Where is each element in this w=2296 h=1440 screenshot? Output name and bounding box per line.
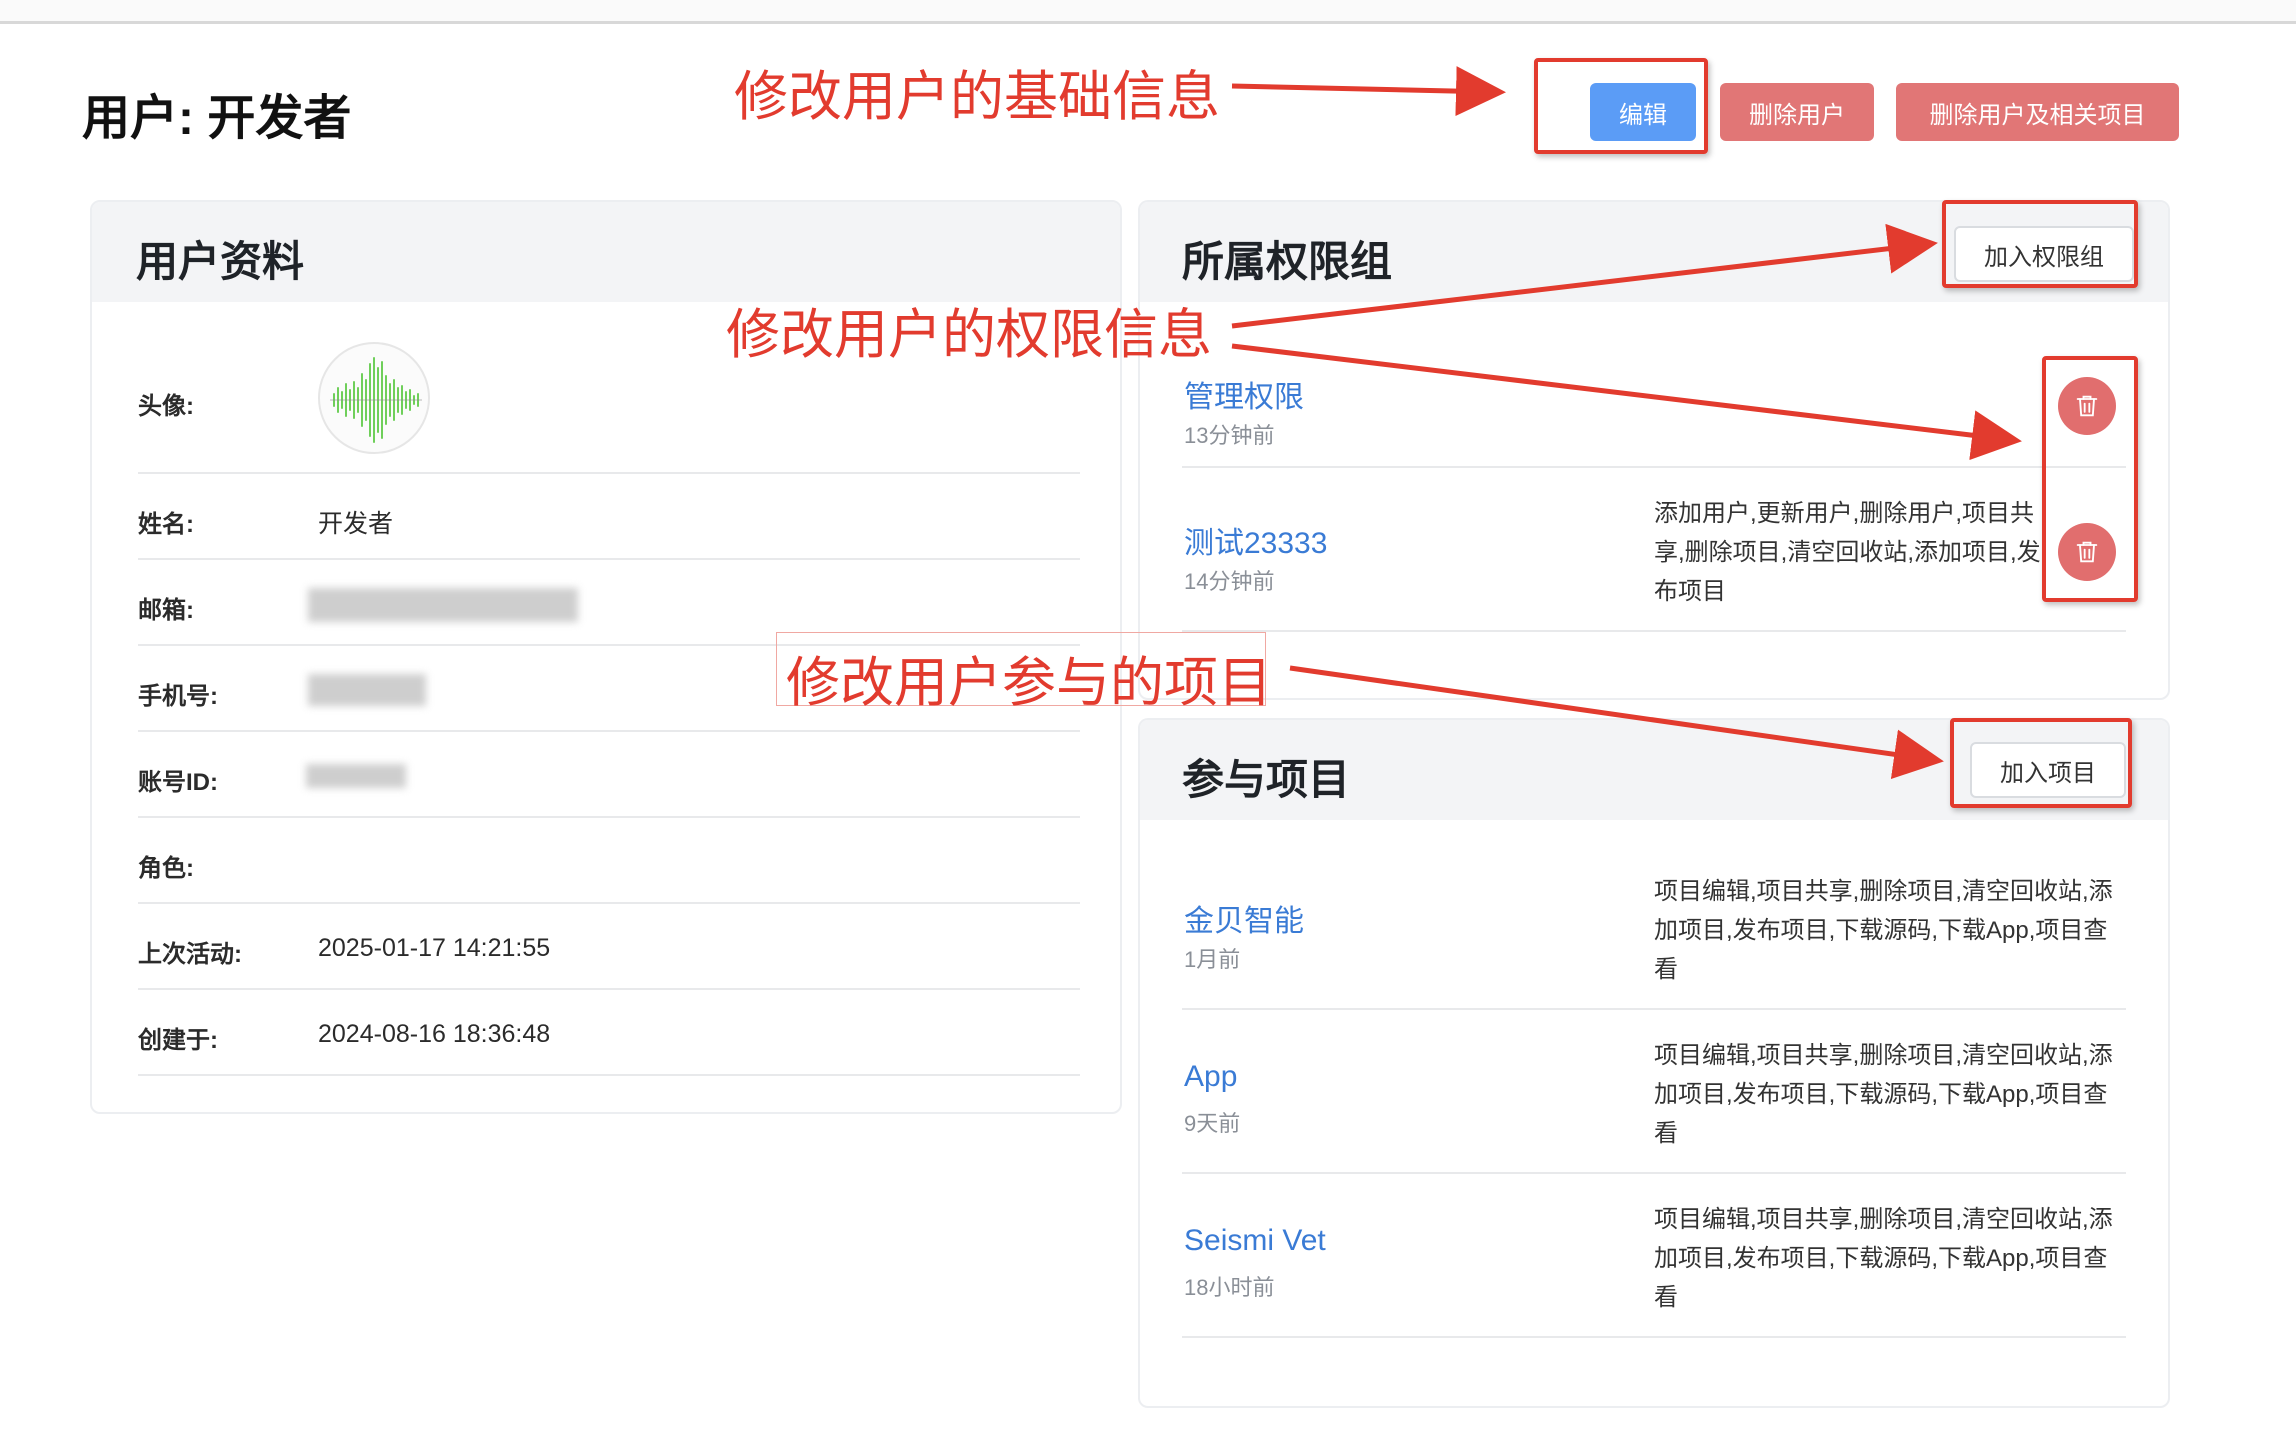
- arrow-to-add-project: [1289, 665, 1944, 780]
- arrow-to-delete-group: [1231, 343, 2022, 461]
- annotation-arrows: [1231, 66, 2022, 780]
- arrow-to-add-group: [1231, 223, 1938, 329]
- page: 用户: 开发者 编辑 删除用户 删除用户及相关项目 用户资料 头像: 姓名: 开…: [0, 0, 2296, 1440]
- arrow-to-edit: [1231, 66, 1506, 117]
